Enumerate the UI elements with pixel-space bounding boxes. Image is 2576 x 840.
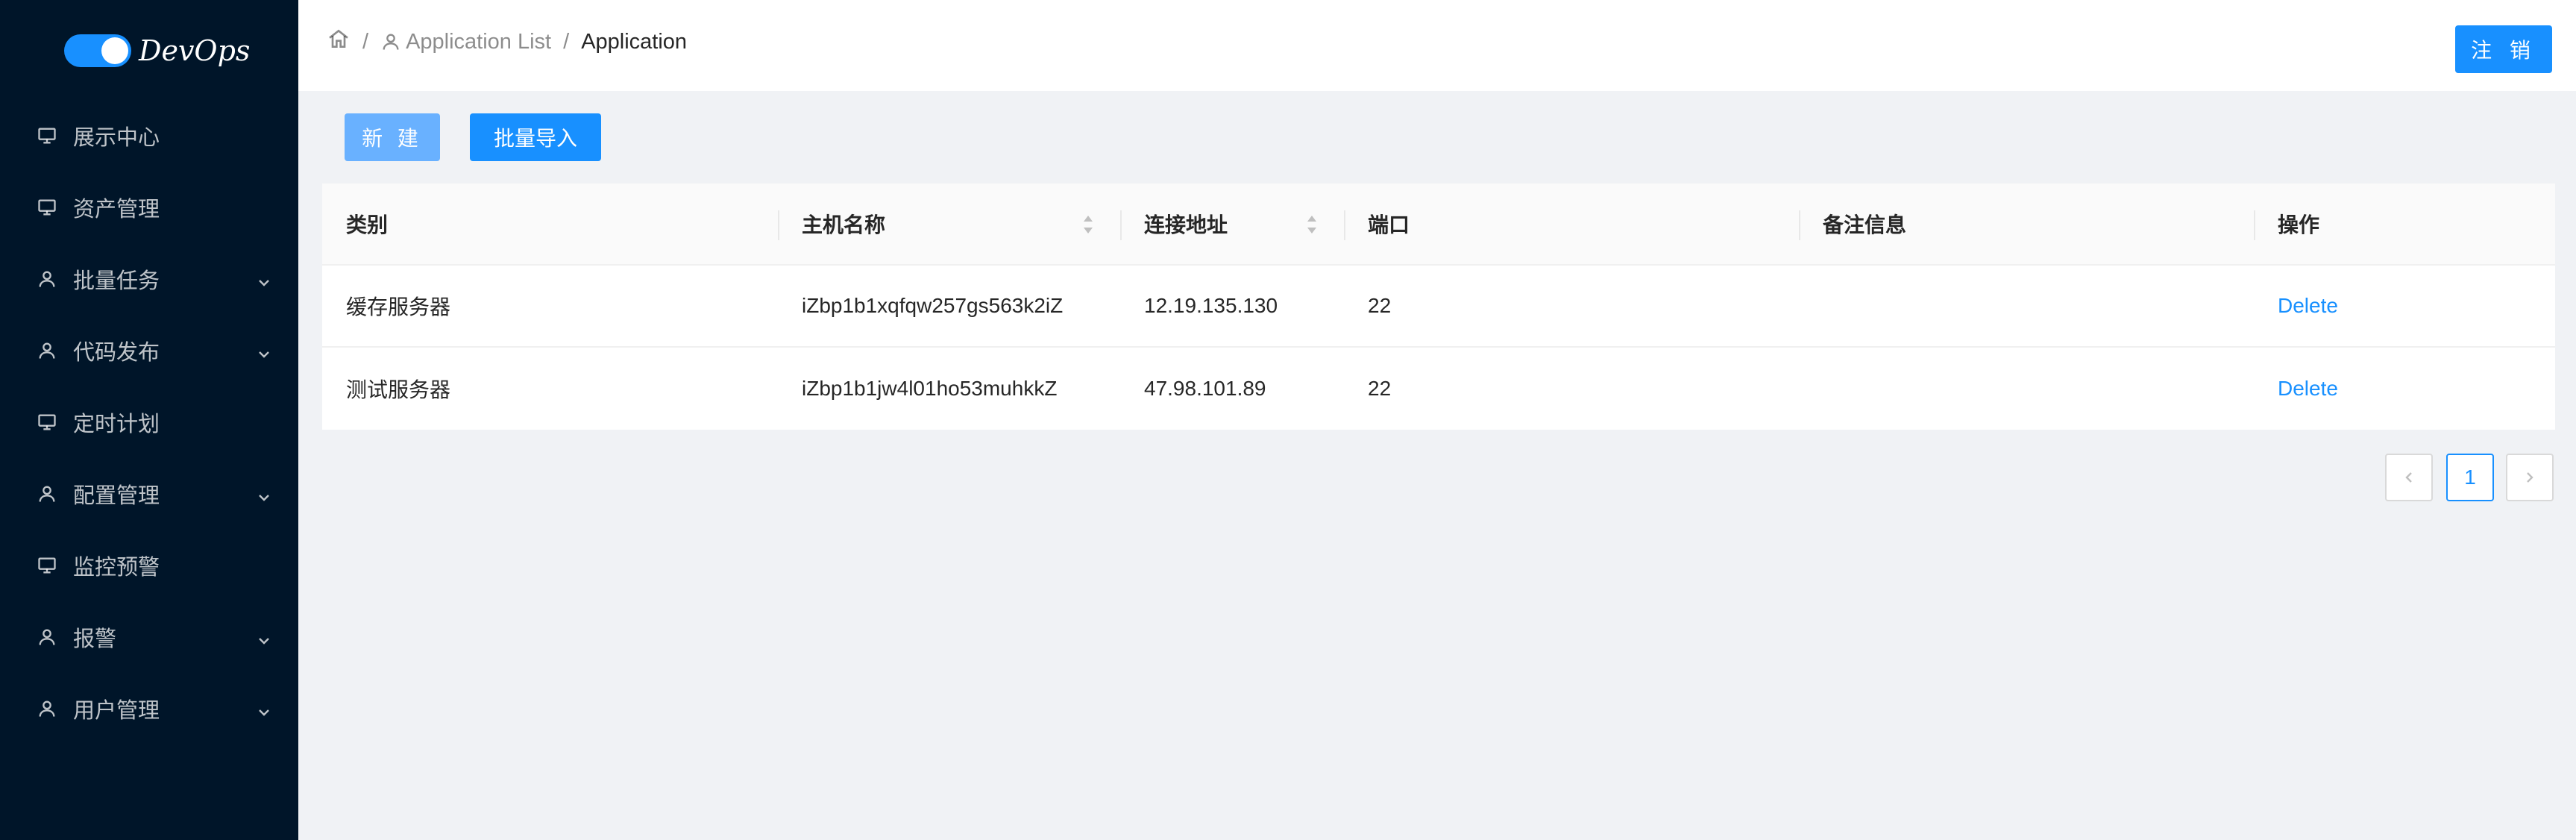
- sidebar-item-code-release[interactable]: 代码发布: [0, 315, 298, 386]
- sidebar-item-scheduled-plan[interactable]: 定时计划: [0, 386, 298, 458]
- breadcrumb-application-list-label: Application List: [406, 29, 552, 54]
- column-header-label: 主机名称: [802, 213, 886, 236]
- sidebar-item-label: 代码发布: [73, 341, 160, 365]
- sort-icon[interactable]: [1081, 213, 1095, 236]
- cell-category: 测试服务器: [346, 378, 451, 401]
- user-icon: [36, 698, 58, 720]
- sidebar-menu: 展示中心 资产管理 批量任务 代码发布 定时计划 配置管理 监控预警 报警 用户…: [0, 100, 298, 745]
- logo: DevOps: [64, 31, 250, 70]
- chevron-down-icon: [257, 343, 271, 358]
- user-icon: [383, 34, 399, 50]
- column-header-label: 连接地址: [1144, 213, 1228, 236]
- delete-link[interactable]: Delete: [2278, 377, 2338, 401]
- cell-address: 47.98.101.89: [1144, 377, 1266, 400]
- sidebar-item-label: 报警: [73, 627, 117, 651]
- breadcrumb-separator: /: [362, 29, 369, 54]
- cell-hostname: iZbp1b1xqfqw257gs563k2iZ: [802, 294, 1064, 317]
- delete-link[interactable]: Delete: [2278, 294, 2338, 318]
- breadcrumb: / Application List / Application: [327, 27, 687, 57]
- logout-button[interactable]: 注 销: [2455, 25, 2552, 73]
- pagination-prev-button[interactable]: [2385, 454, 2433, 501]
- chevron-down-icon: [257, 701, 271, 716]
- desktop-icon: [36, 411, 58, 433]
- cell-remark: [1799, 266, 2254, 346]
- sidebar-item-batch-tasks[interactable]: 批量任务: [0, 243, 298, 315]
- cell-remark: [1799, 348, 2254, 430]
- sidebar-item-label: 配置管理: [73, 484, 160, 508]
- new-button[interactable]: 新 建: [345, 113, 440, 161]
- sidebar-item-label: 展示中心: [73, 126, 160, 150]
- breadcrumb-application-list[interactable]: Application List: [380, 30, 551, 54]
- table-row: 测试服务器 iZbp1b1jw4l01ho53muhkkZ 47.98.101.…: [322, 348, 2555, 430]
- logo-toggle-icon: [64, 34, 131, 67]
- home-icon[interactable]: [327, 27, 351, 57]
- sort-icon[interactable]: [1305, 213, 1319, 236]
- table-header: 类别 主机名称 连接地址 端口 备注信息 操作: [322, 184, 2555, 266]
- chevron-right-icon: [2527, 472, 2533, 483]
- pagination-page-1[interactable]: 1: [2446, 454, 2494, 501]
- pagination-next-button[interactable]: [2506, 454, 2554, 501]
- sidebar-item-alarm[interactable]: 报警: [0, 601, 298, 673]
- chevron-down-icon: [257, 272, 271, 286]
- chevron-down-icon: [257, 486, 271, 501]
- sidebar-item-asset-management[interactable]: 资产管理: [0, 172, 298, 243]
- hosts-table: 类别 主机名称 连接地址 端口 备注信息 操作 缓存服务器 iZbp1b1xqf…: [322, 184, 2555, 430]
- cell-action: Delete: [2254, 348, 2555, 430]
- chevron-down-icon: [257, 630, 271, 645]
- batch-import-button[interactable]: 批量导入: [470, 113, 601, 161]
- user-icon: [36, 626, 58, 648]
- user-icon: [36, 339, 58, 362]
- sidebar-item-label: 资产管理: [73, 198, 160, 222]
- desktop-icon: [36, 125, 58, 147]
- sidebar-item-display-center[interactable]: 展示中心: [0, 100, 298, 172]
- cell-port: 22: [1368, 294, 1392, 317]
- user-icon: [36, 483, 58, 505]
- column-header-hostname[interactable]: 主机名称: [778, 184, 1120, 264]
- sidebar-item-label: 批量任务: [73, 269, 160, 293]
- sidebar-item-label: 定时计划: [73, 413, 160, 436]
- cell-hostname: iZbp1b1jw4l01ho53muhkkZ: [802, 377, 1058, 400]
- column-header-remark: 备注信息: [1799, 184, 2254, 264]
- column-header-port: 端口: [1344, 184, 1799, 264]
- column-header-action: 操作: [2254, 184, 2555, 264]
- column-header-address[interactable]: 连接地址: [1120, 184, 1344, 264]
- desktop-icon: [36, 196, 58, 219]
- table-row: 缓存服务器 iZbp1b1xqfqw257gs563k2iZ 12.19.135…: [322, 266, 2555, 348]
- header: / Application List / Application 注 销: [298, 0, 2576, 91]
- sidebar-item-label: 用户管理: [73, 699, 160, 723]
- cell-action: Delete: [2254, 266, 2555, 346]
- sidebar-item-label: 监控预警: [73, 556, 160, 580]
- sidebar-item-user-management[interactable]: 用户管理: [0, 673, 298, 745]
- chevron-left-icon: [2405, 472, 2412, 483]
- sidebar-item-config-management[interactable]: 配置管理: [0, 458, 298, 530]
- sidebar-item-monitoring[interactable]: 监控预警: [0, 530, 298, 601]
- breadcrumb-separator: /: [563, 29, 570, 54]
- user-icon: [36, 268, 58, 290]
- cell-port: 22: [1368, 377, 1392, 400]
- cell-address: 12.19.135.130: [1144, 294, 1278, 317]
- logo-text: DevOps: [139, 34, 251, 67]
- column-header-category: 类别: [346, 213, 389, 236]
- desktop-icon: [36, 554, 58, 577]
- breadcrumb-current: Application: [581, 29, 688, 54]
- cell-category: 缓存服务器: [346, 295, 451, 319]
- sidebar: DevOps 展示中心 资产管理 批量任务 代码发布 定时计划 配置管理 监控预…: [0, 0, 298, 840]
